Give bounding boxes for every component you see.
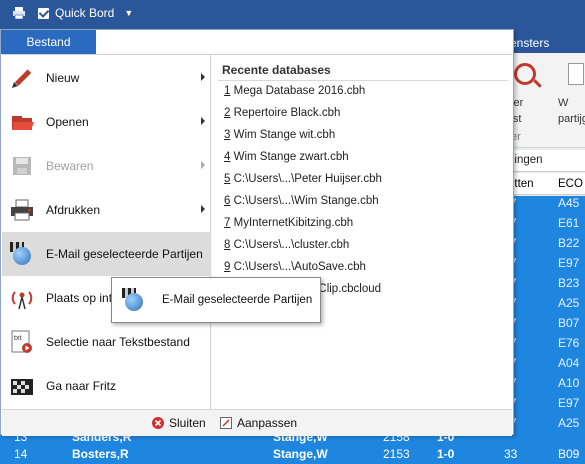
- recent-item[interactable]: 8 C:\Users\...\cluster.cbh: [224, 239, 349, 251]
- recent-item[interactable]: 1 Mega Database 2016.cbh: [224, 85, 365, 97]
- tab-windows[interactable]: ensters: [510, 36, 549, 50]
- customize-button-label: Aanpassen: [237, 416, 298, 430]
- menu-item-label: Nieuw: [46, 71, 80, 85]
- menu-item-label: Plaats op int: [46, 291, 113, 305]
- table-row[interactable]: 7B07: [508, 316, 585, 336]
- games-button-label: W: [558, 97, 569, 109]
- menu-item-label: Afdrukken: [46, 203, 101, 217]
- recent-databases-panel: Recente databases 1 Mega Database 2016.c…: [212, 55, 512, 409]
- games-button-label-2: partijg: [558, 113, 585, 125]
- divider: [218, 80, 508, 81]
- pencil-icon: [10, 66, 34, 90]
- printer-icon[interactable]: [12, 6, 26, 20]
- menu-item-new[interactable]: Nieuw: [2, 56, 211, 100]
- menu-item-label: Ga naar Fritz: [46, 379, 117, 393]
- column-header-eco[interactable]: ECO: [558, 178, 583, 190]
- recent-item[interactable]: 3 Wim Stange wit.cbh: [224, 129, 335, 141]
- text-file-icon: txt: [10, 330, 34, 354]
- table-row[interactable]: 7E97: [508, 256, 585, 276]
- table-row[interactable]: 7A25: [508, 296, 585, 316]
- file-menu-commands: Nieuw Openen Bewaren Afdrukken E-Mail ge…: [2, 55, 211, 409]
- recent-item[interactable]: 4 Wim Stange zwart.cbh: [224, 151, 349, 163]
- menu-item-open[interactable]: Openen: [2, 100, 211, 144]
- menu-item-label: E-Mail geselecteerde Partijen: [46, 247, 203, 261]
- submenu-arrow-icon: [201, 161, 205, 169]
- menu-item-label: Bewaren: [46, 159, 94, 173]
- save-icon: [10, 154, 34, 178]
- recent-item[interactable]: dClip.cbcloud: [312, 283, 381, 295]
- table-header: etten ECO: [508, 173, 585, 195]
- menu-item-print[interactable]: Afdrukken: [2, 188, 211, 232]
- menu-item-go-to-fritz[interactable]: Ga naar Fritz: [2, 364, 211, 408]
- recent-item[interactable]: 2 Repertoire Black.cbh: [224, 107, 340, 119]
- menu-item-email-selected-games[interactable]: E-Mail geselecteerde Partijen: [2, 232, 211, 276]
- filter-list-icon[interactable]: [514, 63, 536, 85]
- tooltip-label: E-Mail geselecteerde Partijen: [162, 294, 313, 306]
- file-menu: Bestand Nieuw Openen Bewaren Afdrukken E…: [0, 29, 514, 436]
- ribbon-panel: lter W ijst partijg ter: [508, 53, 585, 148]
- menu-item-label: Selectie naar Tekstbestand: [46, 335, 190, 349]
- recent-item[interactable]: 6 C:\Users\...\Wim Stange.cbh: [224, 195, 379, 207]
- menu-item-label: Openen: [46, 115, 89, 129]
- close-icon: [152, 417, 164, 429]
- table-row[interactable]: 7A45: [508, 196, 585, 216]
- menu-item-save: Bewaren: [2, 144, 211, 188]
- table-row[interactable]: 7B23: [508, 276, 585, 296]
- file-menu-body: Nieuw Openen Bewaren Afdrukken E-Mail ge…: [2, 54, 512, 436]
- recent-item[interactable]: 5 C:\Users\...\Peter Huijser.cbh: [224, 173, 382, 185]
- table-row[interactable]: 7B22: [508, 236, 585, 256]
- customize-icon: [220, 417, 232, 429]
- tab-file[interactable]: Bestand: [1, 30, 96, 54]
- customize-button[interactable]: Aanpassen: [220, 416, 297, 430]
- table-row[interactable]: 7E61: [508, 216, 585, 236]
- quick-bord-label: Quick Bord: [55, 6, 115, 20]
- folder-open-icon: [10, 110, 34, 134]
- games-table-bottom: 13 Sanders,R Stange,W 2158 1-0 14 Boster…: [0, 430, 585, 464]
- tab-openings[interactable]: ningen: [508, 150, 585, 172]
- quick-access-bar: Quick Bord ▼: [0, 0, 585, 26]
- table-row[interactable]: 14 Bosters,R Stange,W 2153 1-0 33 B09: [0, 447, 585, 463]
- svg-text:txt: txt: [14, 335, 21, 342]
- broadcast-icon: [10, 286, 34, 310]
- table-row[interactable]: 7E76: [508, 336, 585, 356]
- games-table-body: 7A45 7E61 7B22 7E97 7B23 7A25 7B07 7E76 …: [508, 196, 585, 436]
- customize-quick-access-icon[interactable]: ▼: [124, 8, 133, 18]
- email-globe-icon: [10, 242, 34, 266]
- table-row[interactable]: 7E97: [508, 396, 585, 416]
- tooltip: E-Mail geselecteerde Partijen: [111, 277, 321, 323]
- recent-item[interactable]: 7 MyInternetKibitzing.cbh: [224, 217, 353, 229]
- submenu-arrow-icon: [201, 205, 205, 213]
- submenu-arrow-icon: [201, 73, 205, 81]
- menu-item-selection-to-text-file[interactable]: txt Selectie naar Tekstbestand: [2, 320, 211, 364]
- recent-item[interactable]: 9 C:\Users\...\AutoSave.cbh: [224, 261, 366, 273]
- file-menu-footer: Sluiten Aanpassen: [2, 409, 512, 436]
- recent-databases-header: Recente databases: [222, 63, 331, 77]
- close-button[interactable]: Sluiten: [152, 416, 206, 430]
- printer-icon: [10, 198, 34, 222]
- quick-bord-checkbox[interactable]: [38, 7, 49, 19]
- games-icon[interactable]: [568, 63, 584, 85]
- close-button-label: Sluiten: [169, 416, 206, 430]
- email-globe-icon: [122, 288, 146, 312]
- submenu-arrow-icon: [201, 117, 205, 125]
- fritz-icon: [10, 374, 34, 398]
- table-row[interactable]: 7A04: [508, 356, 585, 376]
- table-row[interactable]: 7A10: [508, 376, 585, 396]
